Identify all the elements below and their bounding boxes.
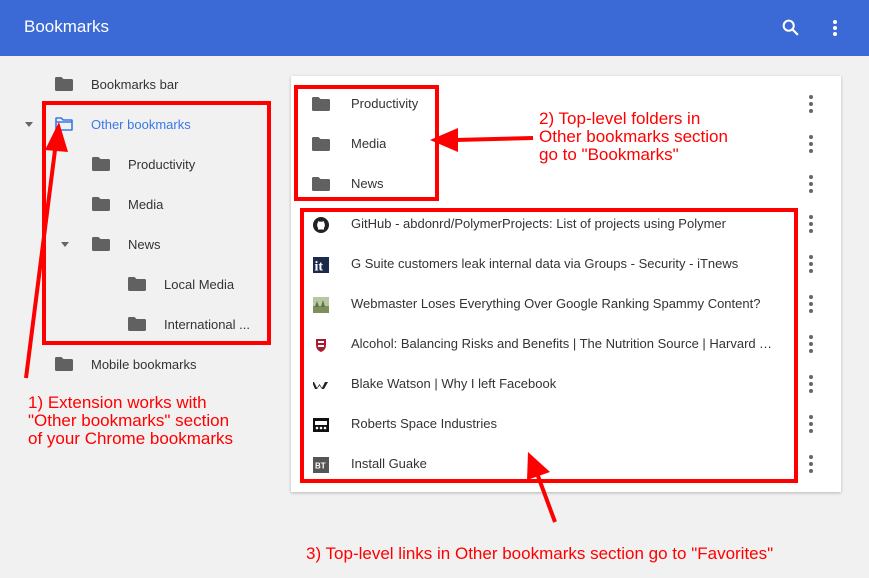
sidebar-item-label: Bookmarks bar bbox=[91, 76, 179, 92]
annotation-note-extension: 1) Extension works with "Other bookmarks… bbox=[28, 393, 234, 448]
sidebar-item-bookmarks-bar[interactable]: Bookmarks bar bbox=[55, 64, 178, 104]
sidebar-item-mobile-bookmarks[interactable]: Mobile bookmarks bbox=[55, 344, 197, 384]
app-header: Bookmarks bbox=[0, 0, 869, 56]
more-vert-icon[interactable] bbox=[807, 414, 815, 434]
more-vert-icon[interactable] bbox=[807, 134, 815, 154]
annotation-box-links bbox=[300, 208, 798, 483]
more-vert-icon[interactable] bbox=[807, 94, 815, 114]
collapse-arrow-icon[interactable] bbox=[25, 122, 33, 127]
more-vert-icon[interactable] bbox=[807, 294, 815, 314]
annotation-box-sidebar bbox=[42, 101, 271, 345]
annotation-note-folders: 2) Top-level folders in Other bookmarks … bbox=[539, 109, 728, 164]
folder-icon bbox=[55, 77, 73, 91]
more-vert-icon[interactable] bbox=[807, 214, 815, 234]
more-vert-icon[interactable] bbox=[807, 334, 815, 354]
more-vert-icon[interactable] bbox=[807, 254, 815, 274]
more-vert-icon[interactable] bbox=[807, 454, 815, 474]
sidebar-item-label: Mobile bookmarks bbox=[91, 356, 197, 372]
page-title: Bookmarks bbox=[24, 17, 110, 36]
folder-icon bbox=[55, 357, 73, 371]
more-vert-icon[interactable] bbox=[807, 174, 815, 194]
search-icon[interactable] bbox=[780, 17, 802, 39]
more-vert-icon[interactable] bbox=[807, 374, 815, 394]
annotation-note-links: 3) Top-level links in Other bookmarks se… bbox=[306, 544, 774, 563]
annotation-box-folders bbox=[294, 85, 439, 201]
more-vert-icon[interactable] bbox=[826, 17, 844, 39]
